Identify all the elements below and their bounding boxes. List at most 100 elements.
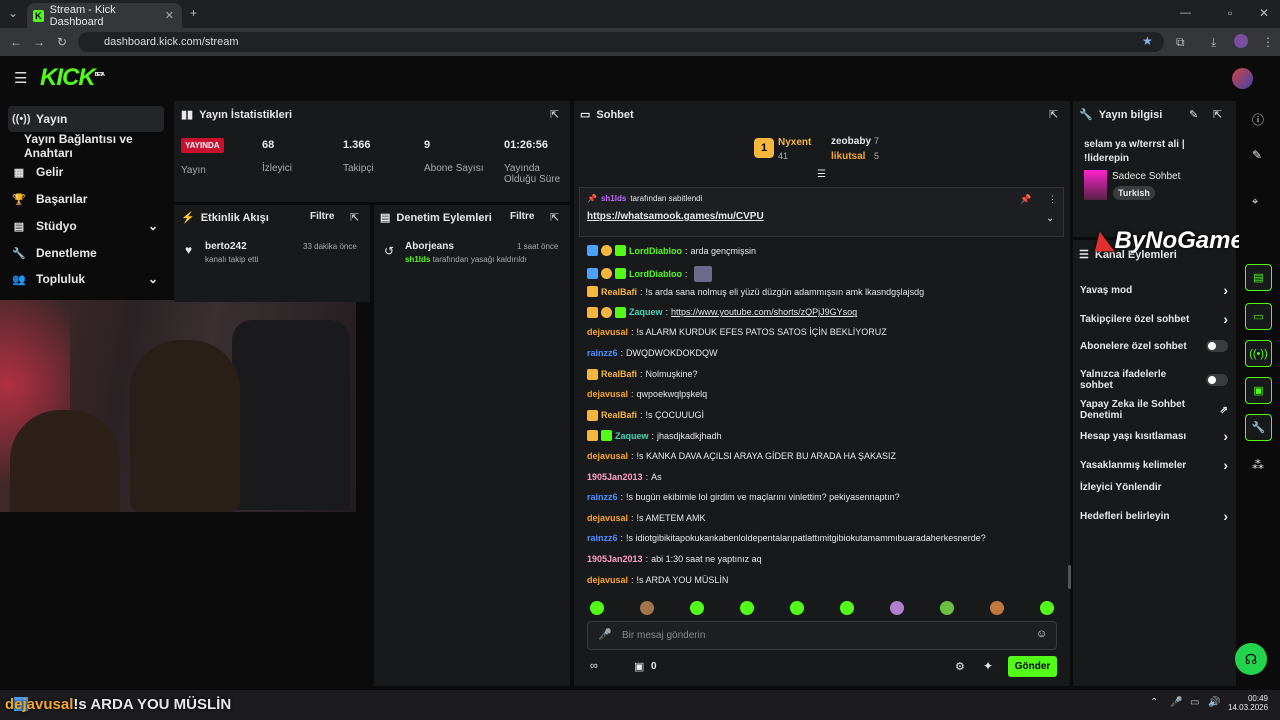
chat-username[interactable]: rainzz6 bbox=[587, 492, 618, 502]
forward-icon[interactable]: → bbox=[33, 35, 45, 49]
rail-mod-button[interactable]: ▣ bbox=[1245, 377, 1272, 404]
chevron-right-icon[interactable]: › bbox=[1223, 428, 1228, 444]
sidebar-item-studyo[interactable]: ▤ Stüdyo ⌄ bbox=[8, 213, 164, 239]
info-icon[interactable]: ⓘ bbox=[1252, 111, 1264, 128]
download-icon[interactable]: ⤓ bbox=[1211, 35, 1216, 50]
store-icon[interactable]: ▣ bbox=[634, 660, 644, 673]
reload-icon[interactable]: ↻ bbox=[57, 35, 67, 49]
tray-mic-icon[interactable]: 🎤 bbox=[1170, 697, 1182, 708]
hamburger-menu-icon[interactable]: ☰ bbox=[14, 69, 27, 87]
channel-action-6[interactable]: Yasaklanmış kelimeler › bbox=[1080, 457, 1228, 473]
chat-settings-icon[interactable]: ∞ bbox=[590, 660, 598, 672]
rail-broadcast-button[interactable]: ((•)) bbox=[1245, 340, 1272, 367]
external-link-icon[interactable]: ⇗ bbox=[1220, 405, 1228, 416]
tray-display-icon[interactable]: ▭ bbox=[1190, 697, 1199, 708]
tray-volume-icon[interactable]: 🔊 bbox=[1208, 697, 1220, 708]
tab-list-icon[interactable]: ⌄ bbox=[8, 6, 18, 20]
chevron-down-icon[interactable]: ⌄ bbox=[1046, 213, 1054, 224]
chat-username[interactable]: rainzz6 bbox=[587, 348, 618, 358]
focus-icon[interactable]: ⌖ bbox=[1252, 196, 1258, 209]
minimize-icon[interactable]: — bbox=[1180, 7, 1191, 19]
channel-action-8[interactable]: Hedefleri belirleyin › bbox=[1080, 508, 1228, 524]
channel-action-4[interactable]: Yapay Zeka ile Sohbet Denetimi ⇗ bbox=[1080, 399, 1228, 421]
expand-icon[interactable]: ⇱ bbox=[350, 211, 359, 224]
channel-action-5[interactable]: Hesap yaşı kısıtlaması › bbox=[1080, 428, 1228, 444]
chat-username[interactable]: LordDiabloo bbox=[629, 269, 682, 279]
chat-username[interactable]: dejavusal bbox=[587, 327, 628, 337]
emote-3[interactable] bbox=[690, 601, 704, 615]
bookmark-star-icon[interactable]: ★ bbox=[1142, 34, 1153, 48]
sidebar-item-basarilar[interactable]: 🏆 Başarılar bbox=[8, 186, 164, 212]
send-button[interactable]: Gönder bbox=[1008, 656, 1057, 677]
chat-username[interactable]: 1905Jan2013 bbox=[587, 554, 643, 564]
edit-icon[interactable]: ✎ bbox=[1189, 108, 1198, 121]
pinned-menu-icon[interactable]: ⋮ bbox=[1048, 194, 1057, 205]
chat-username[interactable]: RealBafi bbox=[601, 410, 637, 420]
collapse-leaderboard-icon[interactable]: ☰ bbox=[817, 169, 826, 180]
mod-tools-icon[interactable]: ✦ bbox=[983, 659, 993, 673]
emote-10[interactable] bbox=[1040, 601, 1054, 615]
toggle-switch[interactable] bbox=[1206, 340, 1228, 352]
expand-icon[interactable]: ⇱ bbox=[550, 211, 559, 224]
maximize-icon[interactable]: ▫ bbox=[1228, 6, 1232, 20]
moderation-filter-button[interactable]: Filtre bbox=[510, 211, 534, 222]
chat-username[interactable]: dejavusal bbox=[587, 513, 628, 523]
chat-username[interactable]: dejavusal bbox=[587, 575, 628, 585]
activity-filter-button[interactable]: Filtre bbox=[310, 211, 334, 222]
expand-icon[interactable]: ⇱ bbox=[550, 108, 559, 121]
chat-username[interactable]: RealBafi bbox=[601, 287, 637, 297]
pinned-link[interactable]: https://whatsamook.games/mu/CVPU bbox=[587, 211, 764, 222]
chat-username[interactable]: Zaquew bbox=[615, 431, 649, 441]
chat-username[interactable]: RealBafi bbox=[601, 369, 637, 379]
support-chat-button[interactable]: ☊ bbox=[1235, 643, 1267, 675]
extensions-icon[interactable]: ⧉ bbox=[1176, 35, 1185, 50]
rail-document-button[interactable]: ▤ bbox=[1245, 264, 1272, 291]
chevron-right-icon[interactable]: › bbox=[1223, 311, 1228, 327]
rail-wrench-button[interactable]: 🔧 bbox=[1245, 414, 1272, 441]
browser-menu-icon[interactable]: ⋮ bbox=[1262, 35, 1274, 49]
profile-avatar[interactable] bbox=[1234, 34, 1248, 48]
gear-icon[interactable]: ⚙ bbox=[955, 660, 965, 673]
chat-username[interactable]: dejavusal bbox=[587, 451, 628, 461]
chat-username[interactable]: LordDiabloo bbox=[629, 246, 682, 256]
clock[interactable]: 00:49 14.03.2026 bbox=[1228, 694, 1268, 712]
chevron-right-icon[interactable]: › bbox=[1223, 508, 1228, 524]
chat-username[interactable]: Zaquew bbox=[629, 307, 663, 317]
category-name[interactable]: Sadece Sohbet bbox=[1112, 171, 1180, 182]
chat-username[interactable]: dejavusal bbox=[587, 389, 628, 399]
people-icon[interactable]: ⁂ bbox=[1252, 458, 1264, 472]
emote-9[interactable] bbox=[990, 601, 1004, 615]
chat-text[interactable]: https://www.youtube.com/shorts/zQPjJ9GYs… bbox=[671, 307, 857, 317]
microphone-icon[interactable]: 🎤 bbox=[598, 628, 612, 641]
sidebar-item-denetleme[interactable]: 🔧 Denetleme bbox=[8, 240, 164, 266]
emote-8[interactable] bbox=[940, 601, 954, 615]
chevron-right-icon[interactable]: › bbox=[1223, 282, 1228, 298]
pencil-icon[interactable]: ✎ bbox=[1252, 148, 1262, 162]
tray-chevron-icon[interactable]: ⌃ bbox=[1150, 697, 1158, 708]
emote-2[interactable] bbox=[640, 601, 654, 615]
channel-action-1[interactable]: Takipçilere özel sohbet › bbox=[1080, 311, 1228, 327]
url-field[interactable]: dashboard.kick.com/stream bbox=[78, 32, 1164, 52]
close-window-icon[interactable]: ✕ bbox=[1259, 6, 1269, 20]
tab-close-icon[interactable]: ✕ bbox=[165, 9, 174, 22]
channel-action-0[interactable]: Yavaş mod › bbox=[1080, 282, 1228, 298]
expand-icon[interactable]: ⇱ bbox=[1049, 108, 1058, 121]
channel-action-2[interactable]: Abonelere özel sohbet bbox=[1080, 340, 1228, 352]
emote-6[interactable] bbox=[840, 601, 854, 615]
unpin-icon[interactable]: 📌 bbox=[1020, 194, 1031, 205]
expand-icon[interactable]: ⇱ bbox=[1213, 108, 1222, 121]
browser-tab[interactable]: K Stream - Kick Dashboard ✕ bbox=[27, 3, 182, 28]
emote-4[interactable] bbox=[740, 601, 754, 615]
channel-action-3[interactable]: Yalnızca ifadelerle sohbet bbox=[1080, 369, 1228, 391]
toggle-switch[interactable] bbox=[1206, 374, 1228, 386]
user-avatar[interactable] bbox=[1232, 68, 1253, 89]
new-tab-icon[interactable]: + bbox=[190, 6, 197, 20]
back-icon[interactable]: ← bbox=[10, 35, 22, 49]
chat-username[interactable]: 1905Jan2013 bbox=[587, 472, 643, 482]
kick-logo[interactable]: KICKBETA bbox=[40, 64, 105, 92]
channel-action-7[interactable]: İzleyici Yönlendir bbox=[1080, 482, 1228, 493]
sidebar-item-gelir[interactable]: ▦ Gelir bbox=[8, 159, 164, 185]
chevron-right-icon[interactable]: › bbox=[1223, 457, 1228, 473]
emote-1[interactable] bbox=[590, 601, 604, 615]
emote-5[interactable] bbox=[790, 601, 804, 615]
